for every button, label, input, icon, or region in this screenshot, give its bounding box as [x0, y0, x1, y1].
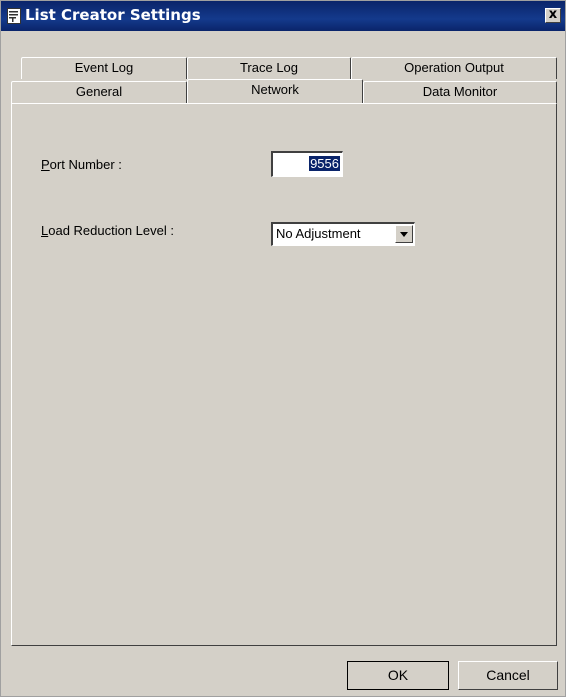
port-label-text: ort Number :: [49, 157, 122, 172]
tab-event-log[interactable]: Event Log: [21, 57, 187, 79]
window-title: List Creator Settings: [25, 6, 201, 24]
chevron-down-icon[interactable]: [395, 225, 413, 243]
load-label-text: oad Reduction Level :: [48, 223, 174, 238]
load-reduction-label: Load Reduction Level :: [41, 223, 174, 238]
load-reduction-value: No Adjustment: [276, 226, 361, 241]
load-reduction-select[interactable]: No Adjustment: [271, 222, 415, 246]
settings-dialog: List Creator Settings x Event Log Trace …: [0, 0, 566, 697]
cancel-button[interactable]: Cancel: [458, 661, 558, 690]
port-number-label: Port Number :: [41, 157, 122, 172]
app-icon: [7, 8, 21, 24]
title-bar[interactable]: List Creator Settings x: [1, 1, 565, 31]
close-button[interactable]: x: [545, 8, 561, 23]
port-number-input[interactable]: 9556: [271, 151, 343, 177]
tab-trace-log[interactable]: Trace Log: [187, 57, 351, 79]
network-panel: [11, 103, 557, 646]
tab-general[interactable]: General: [11, 81, 187, 103]
tab-data-monitor[interactable]: Data Monitor: [363, 81, 557, 103]
tab-network[interactable]: Network: [187, 79, 363, 103]
tab-operation-output[interactable]: Operation Output: [351, 57, 557, 79]
port-label-mnemonic: P: [41, 157, 50, 172]
port-number-value: 9556: [309, 156, 340, 171]
ok-button[interactable]: OK: [347, 661, 449, 690]
